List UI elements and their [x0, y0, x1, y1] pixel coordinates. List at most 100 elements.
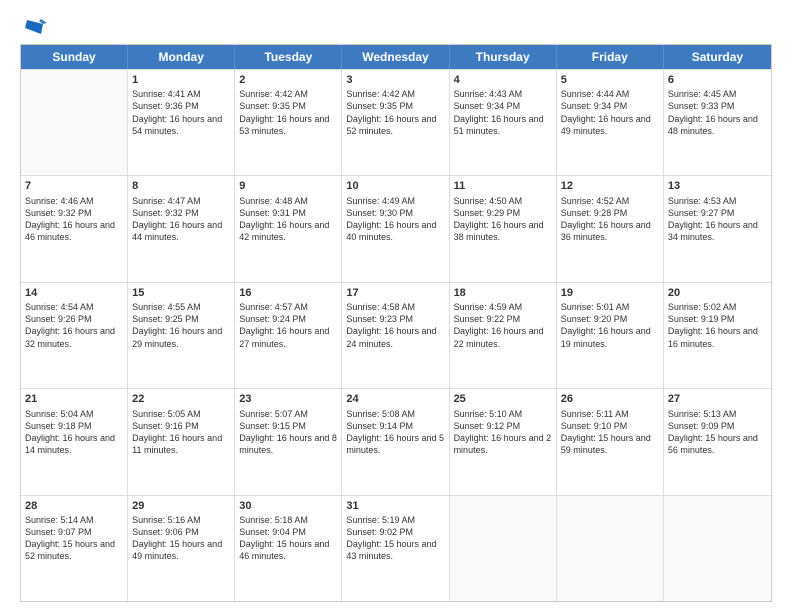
cell-details: Sunrise: 5:04 AM Sunset: 9:18 PM Dayligh…	[25, 408, 123, 457]
week-row-1: 7 Sunrise: 4:46 AM Sunset: 9:32 PM Daylig…	[21, 175, 771, 281]
cell-details: Sunrise: 4:44 AM Sunset: 9:34 PM Dayligh…	[561, 88, 659, 137]
cell-details: Sunrise: 5:18 AM Sunset: 9:04 PM Dayligh…	[239, 514, 337, 563]
day-header-tuesday: Tuesday	[235, 45, 342, 69]
cell-details: Sunrise: 4:49 AM Sunset: 9:30 PM Dayligh…	[346, 195, 444, 244]
cal-cell: 29Sunrise: 5:16 AM Sunset: 9:06 PM Dayli…	[128, 496, 235, 601]
cal-cell: 11 Sunrise: 4:50 AM Sunset: 9:29 PM Dayli…	[450, 176, 557, 281]
day-number: 14	[25, 286, 123, 300]
day-number: 4	[454, 73, 552, 87]
day-number: 5	[561, 73, 659, 87]
day-number: 24	[346, 392, 444, 406]
day-number: 16	[239, 286, 337, 300]
day-number: 12	[561, 179, 659, 193]
cell-details: Sunrise: 5:10 AM Sunset: 9:12 PM Dayligh…	[454, 408, 552, 457]
cell-details: Sunrise: 4:42 AM Sunset: 9:35 PM Dayligh…	[239, 88, 337, 137]
day-number: 26	[561, 392, 659, 406]
day-number: 31	[346, 499, 444, 513]
day-number: 3	[346, 73, 444, 87]
cell-details: Sunrise: 5:16 AM Sunset: 9:06 PM Dayligh…	[132, 514, 230, 563]
cell-details: Sunrise: 4:48 AM Sunset: 9:31 PM Dayligh…	[239, 195, 337, 244]
cal-cell: 5Sunrise: 4:44 AM Sunset: 9:34 PM Daylig…	[557, 70, 664, 175]
cell-details: Sunrise: 4:45 AM Sunset: 9:33 PM Dayligh…	[668, 88, 767, 137]
cell-details: Sunrise: 5:14 AM Sunset: 9:07 PM Dayligh…	[25, 514, 123, 563]
cal-cell: 3Sunrise: 4:42 AM Sunset: 9:35 PM Daylig…	[342, 70, 449, 175]
cal-cell: 9 Sunrise: 4:48 AM Sunset: 9:31 PM Daylig…	[235, 176, 342, 281]
day-number: 27	[668, 392, 767, 406]
cal-cell: 2Sunrise: 4:42 AM Sunset: 9:35 PM Daylig…	[235, 70, 342, 175]
header	[20, 16, 772, 36]
cal-cell: 20Sunrise: 5:02 AM Sunset: 9:19 PM Dayli…	[664, 283, 771, 388]
day-number: 15	[132, 286, 230, 300]
day-number: 21	[25, 392, 123, 406]
cal-cell: 8Sunrise: 4:47 AM Sunset: 9:32 PM Daylig…	[128, 176, 235, 281]
cell-details: Sunrise: 4:42 AM Sunset: 9:35 PM Dayligh…	[346, 88, 444, 137]
cal-cell: 16Sunrise: 4:57 AM Sunset: 9:24 PM Dayli…	[235, 283, 342, 388]
cell-details: Sunrise: 4:58 AM Sunset: 9:23 PM Dayligh…	[346, 301, 444, 350]
cal-cell	[557, 496, 664, 601]
day-number: 7	[25, 179, 123, 193]
logo	[20, 16, 47, 36]
week-row-2: 14Sunrise: 4:54 AM Sunset: 9:26 PM Dayli…	[21, 282, 771, 388]
day-number: 22	[132, 392, 230, 406]
cal-cell: 13 Sunrise: 4:53 AM Sunset: 9:27 PM Dayli…	[664, 176, 771, 281]
cal-cell: 25 Sunrise: 5:10 AM Sunset: 9:12 PM Dayli…	[450, 389, 557, 494]
day-number: 9	[239, 179, 337, 193]
cal-cell: 12 Sunrise: 4:52 AM Sunset: 9:28 PM Dayli…	[557, 176, 664, 281]
cal-cell: 19Sunrise: 5:01 AM Sunset: 9:20 PM Dayli…	[557, 283, 664, 388]
cal-cell: 17Sunrise: 4:58 AM Sunset: 9:23 PM Dayli…	[342, 283, 449, 388]
cal-cell: 15Sunrise: 4:55 AM Sunset: 9:25 PM Dayli…	[128, 283, 235, 388]
day-number: 17	[346, 286, 444, 300]
cell-details: Sunrise: 4:55 AM Sunset: 9:25 PM Dayligh…	[132, 301, 230, 350]
cal-cell: 1Sunrise: 4:41 AM Sunset: 9:36 PM Daylig…	[128, 70, 235, 175]
day-number: 30	[239, 499, 337, 513]
cal-cell: 31Sunrise: 5:19 AM Sunset: 9:02 PM Dayli…	[342, 496, 449, 601]
cell-details: Sunrise: 5:08 AM Sunset: 9:14 PM Dayligh…	[346, 408, 444, 457]
cell-details: Sunrise: 4:53 AM Sunset: 9:27 PM Dayligh…	[668, 195, 767, 244]
day-header-thursday: Thursday	[450, 45, 557, 69]
cal-cell: 4Sunrise: 4:43 AM Sunset: 9:34 PM Daylig…	[450, 70, 557, 175]
cell-details: Sunrise: 5:07 AM Sunset: 9:15 PM Dayligh…	[239, 408, 337, 457]
day-number: 19	[561, 286, 659, 300]
day-number: 6	[668, 73, 767, 87]
cell-details: Sunrise: 5:19 AM Sunset: 9:02 PM Dayligh…	[346, 514, 444, 563]
cal-cell: 21 Sunrise: 5:04 AM Sunset: 9:18 PM Dayli…	[21, 389, 128, 494]
cal-cell: 23Sunrise: 5:07 AM Sunset: 9:15 PM Dayli…	[235, 389, 342, 494]
day-number: 8	[132, 179, 230, 193]
cal-cell: 28Sunrise: 5:14 AM Sunset: 9:07 PM Dayli…	[21, 496, 128, 601]
week-row-0: 1Sunrise: 4:41 AM Sunset: 9:36 PM Daylig…	[21, 69, 771, 175]
day-number: 10	[346, 179, 444, 193]
cell-details: Sunrise: 5:02 AM Sunset: 9:19 PM Dayligh…	[668, 301, 767, 350]
cell-details: Sunrise: 4:59 AM Sunset: 9:22 PM Dayligh…	[454, 301, 552, 350]
cal-cell: 27Sunrise: 5:13 AM Sunset: 9:09 PM Dayli…	[664, 389, 771, 494]
logo-icon	[23, 18, 47, 36]
cell-details: Sunrise: 5:01 AM Sunset: 9:20 PM Dayligh…	[561, 301, 659, 350]
cal-cell: 10 Sunrise: 4:49 AM Sunset: 9:30 PM Dayli…	[342, 176, 449, 281]
day-header-friday: Friday	[557, 45, 664, 69]
day-number: 25	[454, 392, 552, 406]
day-number: 28	[25, 499, 123, 513]
day-number: 13	[668, 179, 767, 193]
week-row-3: 21 Sunrise: 5:04 AM Sunset: 9:18 PM Dayli…	[21, 388, 771, 494]
day-number: 11	[454, 179, 552, 193]
week-row-4: 28Sunrise: 5:14 AM Sunset: 9:07 PM Dayli…	[21, 495, 771, 601]
cal-cell: 14Sunrise: 4:54 AM Sunset: 9:26 PM Dayli…	[21, 283, 128, 388]
day-number: 18	[454, 286, 552, 300]
cell-details: Sunrise: 5:11 AM Sunset: 9:10 PM Dayligh…	[561, 408, 659, 457]
cal-cell: 18Sunrise: 4:59 AM Sunset: 9:22 PM Dayli…	[450, 283, 557, 388]
cell-details: Sunrise: 5:05 AM Sunset: 9:16 PM Dayligh…	[132, 408, 230, 457]
cal-cell: 24 Sunrise: 5:08 AM Sunset: 9:14 PM Dayli…	[342, 389, 449, 494]
cell-details: Sunrise: 4:54 AM Sunset: 9:26 PM Dayligh…	[25, 301, 123, 350]
cell-details: Sunrise: 4:52 AM Sunset: 9:28 PM Dayligh…	[561, 195, 659, 244]
cell-details: Sunrise: 4:43 AM Sunset: 9:34 PM Dayligh…	[454, 88, 552, 137]
cell-details: Sunrise: 4:46 AM Sunset: 9:32 PM Dayligh…	[25, 195, 123, 244]
page: SundayMondayTuesdayWednesdayThursdayFrid…	[0, 0, 792, 612]
calendar-header: SundayMondayTuesdayWednesdayThursdayFrid…	[21, 45, 771, 69]
cell-details: Sunrise: 4:50 AM Sunset: 9:29 PM Dayligh…	[454, 195, 552, 244]
day-header-sunday: Sunday	[21, 45, 128, 69]
cal-cell	[664, 496, 771, 601]
day-header-saturday: Saturday	[664, 45, 771, 69]
day-number: 29	[132, 499, 230, 513]
day-number: 20	[668, 286, 767, 300]
day-header-monday: Monday	[128, 45, 235, 69]
cal-cell	[21, 70, 128, 175]
